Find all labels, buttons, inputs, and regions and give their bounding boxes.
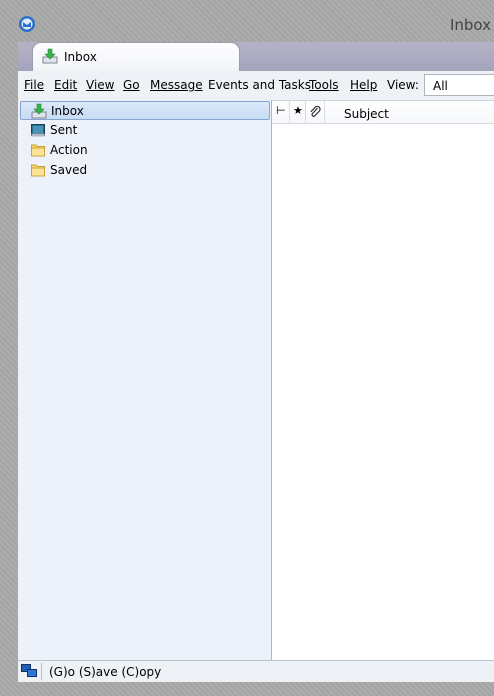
column-subject[interactable]: Subject bbox=[325, 101, 494, 124]
menu-bar: File Edit View Go Message Events and Tas… bbox=[18, 71, 494, 100]
tab-bar: Inbox bbox=[18, 42, 494, 71]
star-icon: ★ bbox=[293, 104, 303, 117]
status-bar: (G)o (S)ave (C)opy bbox=[18, 660, 494, 682]
folder-item-sent[interactable]: Sent bbox=[20, 121, 270, 140]
tab-label: Inbox bbox=[64, 50, 97, 64]
menu-view[interactable]: View bbox=[86, 78, 114, 92]
folder-label: Saved bbox=[50, 163, 88, 177]
thread-icon: ⊢ bbox=[276, 104, 286, 117]
message-list-header: ⊢ ★ Subject bbox=[272, 100, 494, 124]
folder-icon bbox=[31, 164, 45, 177]
folder-pane: Inbox Sent Action Saved bbox=[18, 100, 272, 660]
menu-go[interactable]: Go bbox=[123, 78, 140, 92]
folder-label: Action bbox=[50, 143, 88, 157]
menu-edit[interactable]: Edit bbox=[54, 78, 77, 92]
column-attachment[interactable] bbox=[306, 101, 325, 124]
view-filter-select[interactable]: All bbox=[424, 74, 494, 96]
status-text: (G)o (S)ave (C)opy bbox=[49, 665, 162, 679]
folder-label: Sent bbox=[50, 123, 78, 137]
folder-item-inbox[interactable]: Inbox bbox=[20, 101, 270, 120]
view-filter-label: View: bbox=[387, 78, 419, 92]
tab-inbox[interactable]: Inbox bbox=[32, 42, 240, 71]
status-separator bbox=[41, 663, 42, 680]
inbox-download-icon bbox=[31, 103, 47, 119]
menu-help[interactable]: Help bbox=[350, 78, 377, 92]
folder-icon bbox=[31, 144, 45, 157]
column-subject-label: Subject bbox=[344, 107, 389, 121]
menu-file[interactable]: File bbox=[24, 78, 44, 92]
menu-events-and-tasks[interactable]: Events and Tasks bbox=[208, 78, 311, 92]
title-bar: Inbox bbox=[0, 0, 494, 44]
column-thread[interactable]: ⊢ bbox=[272, 101, 290, 124]
view-filter-value: All bbox=[433, 79, 448, 93]
column-starred[interactable]: ★ bbox=[290, 101, 306, 124]
thunderbird-app-icon[interactable] bbox=[18, 15, 36, 33]
folder-item-saved[interactable]: Saved bbox=[20, 161, 270, 180]
menu-message[interactable]: Message bbox=[150, 78, 203, 92]
sent-icon bbox=[31, 124, 45, 137]
network-status-icon[interactable] bbox=[21, 664, 37, 678]
menu-tools[interactable]: Tools bbox=[309, 78, 339, 92]
inbox-download-icon bbox=[42, 48, 58, 64]
message-list-pane: ⊢ ★ Subject bbox=[272, 100, 494, 660]
paperclip-icon bbox=[310, 105, 321, 117]
window-title: Inbox bbox=[449, 16, 491, 34]
folder-item-action[interactable]: Action bbox=[20, 141, 270, 160]
folder-label: Inbox bbox=[51, 104, 84, 118]
